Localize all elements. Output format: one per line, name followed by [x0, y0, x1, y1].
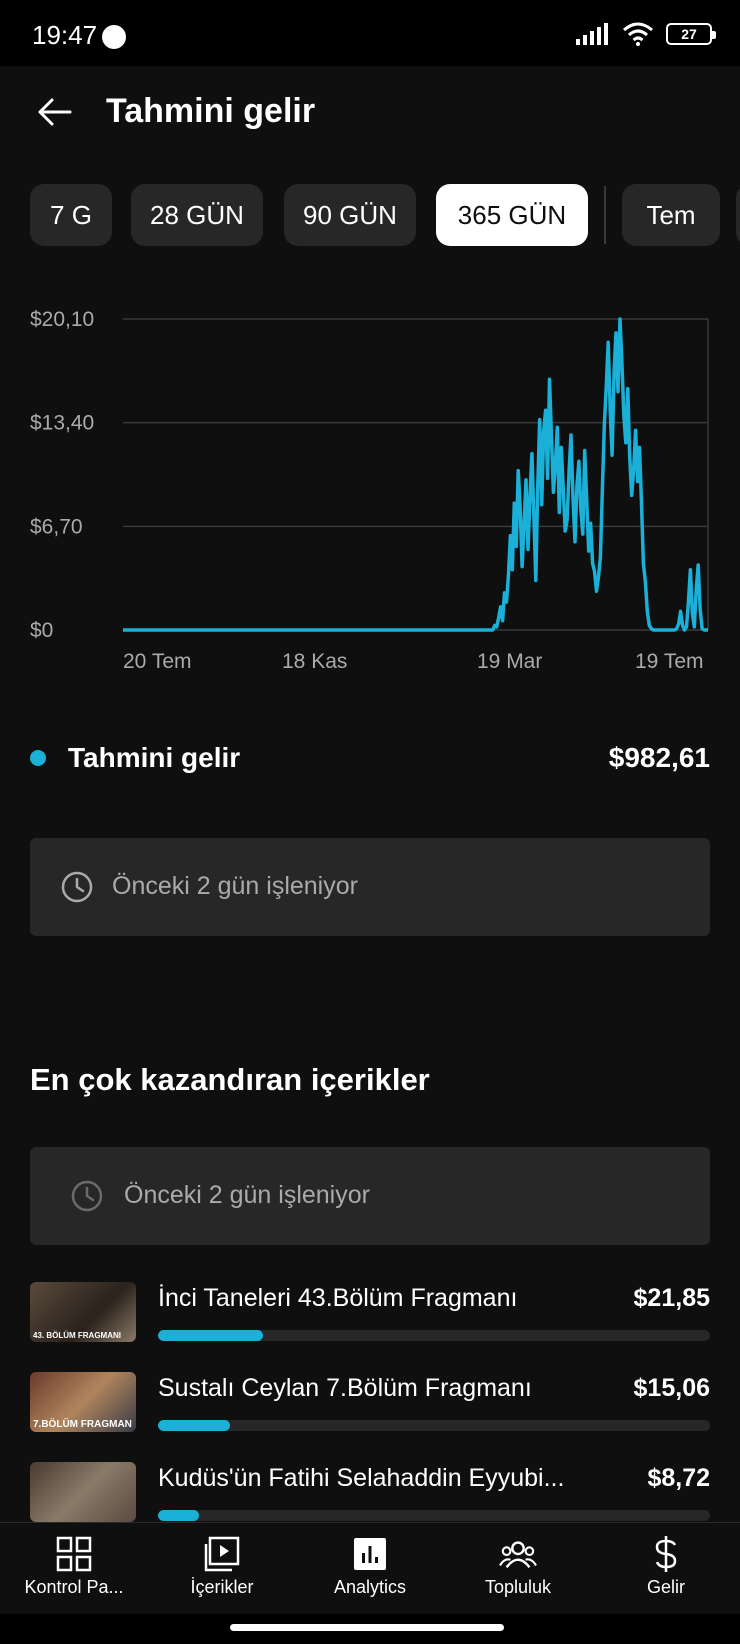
thumbnail-caption: 43. BÖLÜM FRAGMANI — [33, 1331, 121, 1340]
community-icon — [499, 1535, 537, 1573]
chip-90-days[interactable]: 90 GÜN — [284, 184, 416, 246]
chip-label: 90 GÜN — [303, 199, 397, 230]
processing-notice: Önceki 2 gün işleniyor — [30, 838, 710, 936]
revenue-share-bar — [158, 1510, 710, 1521]
revenue-share-fill — [158, 1420, 230, 1431]
video-revenue: $8,72 — [647, 1464, 710, 1492]
wifi-icon — [623, 22, 653, 46]
nav-label: Analytics — [333, 1577, 407, 1597]
battery-level: 27 — [681, 26, 697, 42]
clock-icon — [71, 1180, 103, 1212]
chip-7-days[interactable]: 7 G — [30, 184, 112, 246]
battery-icon: 27 — [666, 23, 716, 45]
revenue-series-line — [123, 317, 708, 632]
chip-label: Tem — [646, 199, 696, 230]
status-bar: 19:47 27 — [0, 0, 740, 66]
chip-more[interactable] — [736, 184, 740, 246]
chip-365-days[interactable]: 365 GÜN — [436, 184, 588, 246]
nav-community[interactable]: Topluluk — [444, 1523, 592, 1615]
top-content-title: En çok kazandıran içerikler — [30, 1062, 430, 1097]
revenue-summary: Tahmini gelir $982,61 — [30, 736, 710, 780]
chip-label: 365 GÜN — [457, 199, 567, 230]
list-item[interactable]: 43. BÖLÜM FRAGMANI İnci Taneleri 43.Bölü… — [30, 1280, 710, 1342]
notification-dot-icon — [102, 25, 126, 49]
chart-x-labels: 20 Tem 18 Kas 19 Mar 19 Tem — [123, 650, 704, 673]
period-chips: 7 G 28 GÜN 90 GÜN 365 GÜN Tem — [30, 184, 740, 246]
processing-notice-text: Önceki 2 gün işleniyor — [112, 872, 358, 900]
chip-28-days[interactable]: 28 GÜN — [131, 184, 263, 246]
y-tick-label: $0 — [30, 619, 53, 642]
summary-label: Tahmini gelir — [68, 742, 241, 773]
y-tick-label: $13,40 — [30, 412, 94, 435]
x-tick-label: 19 Mar — [477, 650, 542, 673]
status-time: 19:47 — [32, 20, 98, 50]
nav-dashboard[interactable]: Kontrol Pa... — [0, 1523, 148, 1615]
video-title: Sustalı Ceylan 7.Bölüm Fragmanı — [158, 1374, 532, 1402]
dashboard-icon — [55, 1535, 93, 1573]
chart-y-labels: $20,10 $13,40 $6,70 $0 — [30, 308, 94, 642]
content-icon — [203, 1535, 241, 1573]
chip-label: 7 G — [50, 199, 92, 230]
status-icons: 27 — [576, 22, 716, 46]
nav-label: İçerikler — [190, 1577, 254, 1597]
y-tick-label: $20,10 — [30, 308, 94, 331]
revenue-share-fill — [158, 1330, 263, 1341]
chip-label: 28 GÜN — [150, 199, 244, 230]
chip-month[interactable]: Tem — [622, 184, 720, 246]
revenue-chart: $20,10 $13,40 $6,70 $0 20 Tem 18 Kas 19 Mar 19… — [30, 308, 709, 673]
video-revenue: $15,06 — [633, 1374, 710, 1402]
legend-dot-icon — [30, 750, 46, 766]
nav-content[interactable]: İçerikler — [148, 1523, 296, 1615]
bottom-navigation: Kontrol Pa... İçerikler Analytics Toplul… — [0, 1522, 740, 1614]
summary-value: $982,61 — [608, 742, 710, 773]
video-thumbnail: 43. BÖLÜM FRAGMANI — [30, 1282, 136, 1342]
video-thumbnail: 7.BÖLÜM FRAGMAN — [30, 1372, 136, 1432]
arrow-back-icon — [38, 98, 72, 126]
clock-icon — [61, 871, 93, 903]
list-item[interactable]: Kudüs'ün Fatihi Selahaddin Eyyubi... $8,… — [30, 1460, 710, 1522]
nav-label: Topluluk — [484, 1577, 552, 1597]
video-title: Kudüs'ün Fatihi Selahaddin Eyyubi... — [158, 1464, 565, 1492]
nav-label: Kontrol Pa... — [24, 1577, 124, 1597]
revenue-share-fill — [158, 1510, 200, 1521]
revenue-share-bar — [158, 1330, 710, 1341]
revenue-share-bar — [158, 1420, 710, 1431]
nav-label: Gelir — [646, 1577, 685, 1597]
processing-notice-text: Önceki 2 gün işleniyor — [124, 1181, 370, 1209]
video-thumbnail — [30, 1462, 136, 1522]
back-button[interactable] — [30, 88, 78, 136]
nav-analytics[interactable]: Analytics — [296, 1523, 444, 1615]
x-tick-label: 18 Kas — [282, 650, 347, 673]
y-tick-label: $6,70 — [30, 515, 83, 538]
video-revenue: $21,85 — [633, 1284, 710, 1312]
thumbnail-caption: 7.BÖLÜM FRAGMAN — [33, 1419, 132, 1430]
home-indicator[interactable] — [230, 1624, 504, 1631]
analytics-icon — [351, 1535, 389, 1573]
app-bar: Tahmini gelir — [0, 66, 740, 156]
video-title: İnci Taneleri 43.Bölüm Fragmanı — [158, 1284, 518, 1312]
x-tick-label: 20 Tem — [123, 650, 192, 673]
nav-earn[interactable]: Gelir — [592, 1523, 740, 1615]
signal-icon — [576, 23, 608, 45]
earn-icon — [647, 1535, 685, 1573]
top-content-processing-notice: Önceki 2 gün işleniyor — [30, 1147, 710, 1245]
x-tick-label: 19 Tem — [635, 650, 704, 673]
page-title: Tahmini gelir — [106, 92, 316, 130]
list-item[interactable]: 7.BÖLÜM FRAGMAN Sustalı Ceylan 7.Bölüm F… — [30, 1370, 710, 1432]
chip-divider — [604, 186, 606, 244]
